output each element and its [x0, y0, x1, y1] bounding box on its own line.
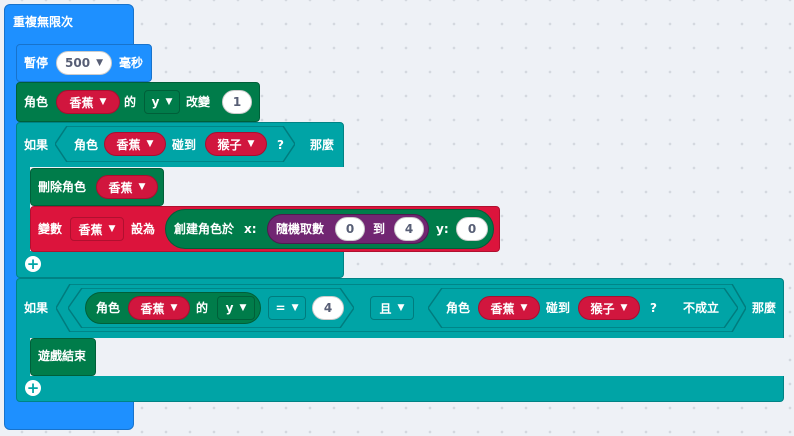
setvar-prefix: 變數 [38, 222, 63, 236]
pause-label: 暫停 [24, 56, 49, 70]
chevron-down-icon: ▼ [247, 139, 255, 149]
if1-question: ? [277, 138, 284, 152]
if2-label: 如果 [24, 301, 49, 315]
change-prop-value: y [151, 95, 160, 109]
chevron-down-icon: ▼ [239, 303, 247, 313]
if2-not-sprite-dropdown[interactable]: 香蕉 ▼ [478, 296, 540, 320]
change-value-input[interactable]: 1 [222, 90, 252, 114]
chevron-down-icon: ▼ [170, 303, 178, 313]
if2-value-input[interactable]: 4 [312, 296, 344, 320]
if2-and-dropdown[interactable]: 且 ▼ [370, 296, 414, 320]
if1-cond-sprite: 香蕉 [116, 137, 141, 152]
random-label: 隨機取數 [276, 222, 325, 236]
delete-sprite: 香蕉 [108, 180, 133, 195]
if1-add-icon[interactable]: + [25, 256, 41, 272]
if2-then-label: 那麼 [752, 301, 777, 315]
if1-label: 如果 [24, 138, 49, 152]
if2-op-dropdown[interactable]: = ▼ [268, 296, 306, 320]
if2-cond-sprite-dropdown[interactable]: 香蕉 ▼ [128, 296, 190, 320]
setvar-var-dropdown[interactable]: 香蕉 ▼ [70, 217, 124, 241]
if2-and-label: 且 [379, 301, 392, 316]
create-x-label: x: [244, 222, 257, 236]
pause-unit: 毫秒 [119, 56, 144, 70]
setvar-set-label: 設為 [131, 222, 156, 236]
create-y-input[interactable]: 0 [456, 217, 488, 241]
if2-target: 猴子 [590, 301, 615, 316]
forever-label: 重複無限次 [13, 15, 74, 29]
random-from: 0 [345, 222, 355, 236]
change-sprite-dropdown[interactable]: 香蕉 ▼ [56, 90, 120, 114]
chevron-down-icon: ▼ [620, 303, 628, 313]
random-to-input[interactable]: 4 [394, 217, 424, 241]
pause-value-dropdown[interactable]: 500 ▼ [56, 51, 112, 75]
change-value: 1 [232, 95, 242, 109]
if2-op: = [275, 301, 286, 315]
if1-cond-prefix: 角色 [74, 138, 99, 152]
if2-prop-dropdown[interactable]: y ▼ [217, 296, 255, 320]
if2-cond-prefix: 角色 [96, 301, 121, 315]
chevron-down-icon: ▼ [520, 303, 528, 313]
if2-not-sprite: 香蕉 [490, 301, 515, 316]
if-block-2-inner [30, 338, 784, 376]
change-of-label: 的 [124, 95, 137, 109]
game-over-label: 遊戲結束 [38, 349, 87, 363]
random-to-label: 到 [373, 222, 386, 236]
chevron-down-icon: ▼ [291, 303, 299, 313]
if2-value: 4 [323, 301, 333, 315]
if1-target-dropdown[interactable]: 猴子 ▼ [205, 132, 267, 156]
random-to: 4 [404, 222, 414, 236]
change-verb: 改變 [186, 95, 211, 109]
chevron-down-icon: ▼ [397, 303, 405, 313]
delete-sprite-dropdown[interactable]: 香蕉 ▼ [96, 175, 158, 199]
create-y-value: 0 [467, 222, 477, 236]
if2-target-dropdown[interactable]: 猴子 ▼ [578, 296, 640, 320]
if2-question: ? [650, 301, 657, 315]
chevron-down-icon: ▼ [138, 182, 146, 192]
if1-touch-label: 碰到 [172, 138, 197, 152]
if2-not-prefix: 角色 [446, 301, 471, 315]
chevron-down-icon: ▼ [146, 139, 154, 149]
create-y-label: y: [436, 222, 449, 236]
chevron-down-icon: ▼ [96, 58, 103, 68]
if2-not-label: 不成立 [683, 301, 720, 315]
if2-prop: y [225, 301, 234, 315]
setvar-var: 香蕉 [78, 222, 103, 237]
delete-label: 刪除角色 [38, 180, 87, 194]
change-prefix: 角色 [24, 95, 49, 109]
random-from-input[interactable]: 0 [335, 217, 365, 241]
pause-value: 500 [65, 56, 91, 70]
if2-touch-label: 碰到 [546, 301, 571, 315]
if1-then-label: 那麼 [310, 138, 335, 152]
if1-cond-sprite-dropdown[interactable]: 香蕉 ▼ [104, 132, 166, 156]
create-label: 創建角色於 [174, 222, 235, 236]
if2-cond-sprite: 香蕉 [140, 301, 165, 316]
chevron-down-icon: ▼ [99, 97, 107, 107]
if2-add-icon[interactable]: + [25, 380, 41, 396]
if1-target: 猴子 [217, 137, 242, 152]
chevron-down-icon: ▼ [165, 97, 173, 107]
if2-of-label: 的 [196, 301, 209, 315]
change-prop-dropdown[interactable]: y ▼ [144, 90, 180, 114]
change-sprite-value: 香蕉 [69, 95, 94, 110]
chevron-down-icon: ▼ [108, 224, 116, 234]
